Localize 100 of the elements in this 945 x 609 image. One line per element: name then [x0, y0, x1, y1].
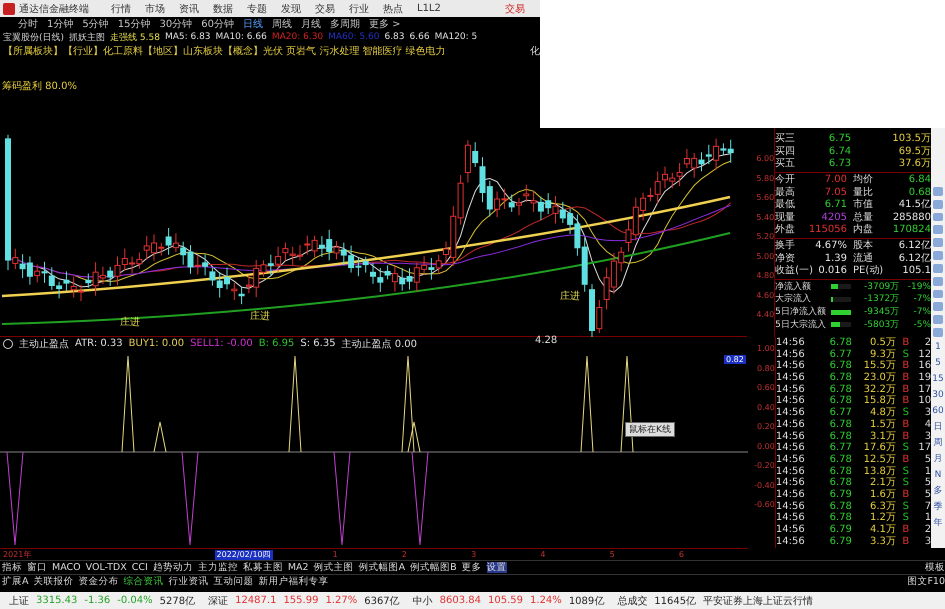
stat-label: 股本	[852, 240, 874, 252]
period-button[interactable]: 30	[932, 389, 944, 401]
stat-label: 换手	[775, 240, 796, 252]
period-button[interactable]: 周	[934, 437, 943, 449]
period-tab[interactable]: 1分钟	[47, 17, 74, 31]
indicator-tab[interactable]: 趋势动力	[152, 562, 193, 573]
period-button[interactable]: 5	[935, 357, 941, 369]
tick-price: 6.77	[828, 442, 852, 454]
tool-icon[interactable]	[932, 264, 943, 273]
menu-item[interactable]: 行情	[111, 2, 131, 16]
tick-count: 19	[917, 372, 932, 384]
period-tab[interactable]: 日线	[242, 17, 263, 31]
menu-item[interactable]: 热点	[383, 2, 403, 16]
tool-icon[interactable]	[932, 187, 943, 196]
stat-label: 现量	[775, 212, 796, 224]
period-tab[interactable]: 15分钟	[118, 17, 150, 31]
period-tab[interactable]: 月线	[300, 17, 321, 31]
menu-item[interactable]: 发现	[281, 2, 301, 16]
tick-time: 14:56	[776, 372, 806, 384]
tool-icon[interactable]	[932, 315, 943, 324]
tick-time: 14:56	[776, 418, 806, 430]
stat-label: 内盘	[852, 224, 874, 236]
indicator-tab[interactable]: 例式幅图A	[358, 562, 406, 573]
period-tab[interactable]: 更多 >	[368, 17, 401, 31]
indicator-tab[interactable]: CCI	[132, 562, 148, 573]
period-button[interactable]: 日	[934, 421, 943, 433]
month-label: 6	[678, 550, 685, 559]
tool-icon[interactable]	[932, 302, 943, 312]
tick-volume: 9.3万	[868, 348, 896, 360]
tick-side: S	[902, 466, 910, 478]
tool-icon[interactable]	[932, 276, 943, 286]
period-button[interactable]: 月	[934, 453, 943, 465]
indicator-tab[interactable]: 私募主图	[242, 562, 283, 573]
legend-value: ATR: 0.33	[75, 338, 123, 349]
tool-icon[interactable]	[932, 238, 943, 248]
info-tab[interactable]: 资金分布	[78, 576, 118, 587]
indicator-tab[interactable]: 主力监控	[198, 562, 238, 573]
bid-volume: 37.6万	[898, 158, 931, 170]
period-tab[interactable]: 30分钟	[159, 17, 192, 31]
menu-item[interactable]: 行业	[349, 2, 369, 16]
period-button[interactable]: 季	[934, 501, 943, 513]
price-axis-label: 5.00	[756, 250, 774, 262]
tick-time: 14:56	[776, 395, 806, 408]
info-tab[interactable]: 互动问题	[214, 576, 254, 587]
indicator-tab[interactable]: MACO	[52, 562, 81, 573]
indicator-axis-label: -0.40	[754, 480, 775, 492]
info-tab[interactable]: 综合资讯	[124, 576, 164, 587]
info-tab[interactable]: 扩展A	[2, 576, 28, 587]
period-button[interactable]: 年	[934, 517, 943, 529]
indicator-value: MA20: 6.30	[272, 32, 324, 42]
indicator-tab[interactable]: 窗口	[27, 562, 47, 573]
period-button[interactable]: 1	[935, 341, 941, 353]
legend-value: 主动止盈点	[19, 338, 69, 350]
template-tab[interactable]: 模板	[925, 562, 945, 573]
settings-icon[interactable]	[3, 338, 13, 348]
total-amount: 11645亿	[654, 594, 696, 608]
stat-label: 均价	[852, 174, 874, 186]
menu-item[interactable]: 专题	[247, 2, 267, 16]
menu-item[interactable]: 交易	[315, 2, 335, 16]
period-tab[interactable]: 5分钟	[82, 17, 109, 31]
info-tab[interactable]: 新用户福利专享	[258, 576, 328, 587]
period-button[interactable]: 60	[932, 405, 944, 417]
f10-tab[interactable]: 图文F10	[907, 576, 945, 587]
tool-icon[interactable]	[932, 251, 943, 260]
indicator-tab[interactable]: 例式主图	[314, 562, 354, 573]
menu-item[interactable]: L1L2	[417, 3, 441, 14]
period-button[interactable]: 15	[932, 373, 944, 385]
data-source-text: 平安证券上海上证云行情	[703, 594, 814, 608]
trade-link[interactable]: 交易	[505, 2, 525, 16]
legend-value: 主动止盈点 0.00	[342, 338, 418, 350]
tool-icon[interactable]	[932, 200, 943, 209]
info-tab[interactable]: 关联报价	[34, 576, 74, 587]
tool-icon[interactable]	[932, 290, 943, 298]
period-tab[interactable]: 分时	[18, 17, 38, 31]
tick-count: 1	[924, 466, 932, 478]
indicator-value: MA120: 5	[434, 32, 478, 42]
tick-time: 14:56	[776, 442, 806, 454]
indicator-tab[interactable]: VOL-TDX	[86, 562, 127, 573]
period-tab[interactable]: 60分钟	[201, 17, 234, 31]
indicator-tab[interactable]: 更多	[462, 562, 482, 573]
info-tab[interactable]: 行业资讯	[168, 576, 208, 587]
bid-label: 买三	[775, 133, 796, 146]
menu-item[interactable]: 资讯	[179, 2, 199, 16]
period-tab[interactable]: 周线	[272, 17, 292, 31]
indicator-tab[interactable]: 例式幅图B	[410, 562, 457, 573]
menu-item[interactable]: 市场	[145, 2, 165, 16]
period-button[interactable]: 多	[934, 485, 943, 497]
stat-value: 105.1	[901, 265, 931, 278]
bid-price: 6.74	[828, 146, 852, 158]
period-tab[interactable]: 多周期	[330, 17, 360, 31]
indicator-tab[interactable]: MA2	[288, 562, 309, 573]
tool-icon[interactable]	[932, 212, 943, 222]
indicator-tab[interactable]: 指标	[2, 562, 22, 573]
period-button[interactable]: N	[934, 469, 942, 481]
menu-item[interactable]: 数据	[213, 2, 233, 16]
tool-icon[interactable]	[932, 225, 943, 234]
tick-time: 14:56	[776, 477, 806, 489]
tick-price: 6.78	[828, 337, 852, 349]
tool-icon[interactable]	[932, 328, 943, 337]
tick-volume: 13.8万	[862, 466, 896, 478]
